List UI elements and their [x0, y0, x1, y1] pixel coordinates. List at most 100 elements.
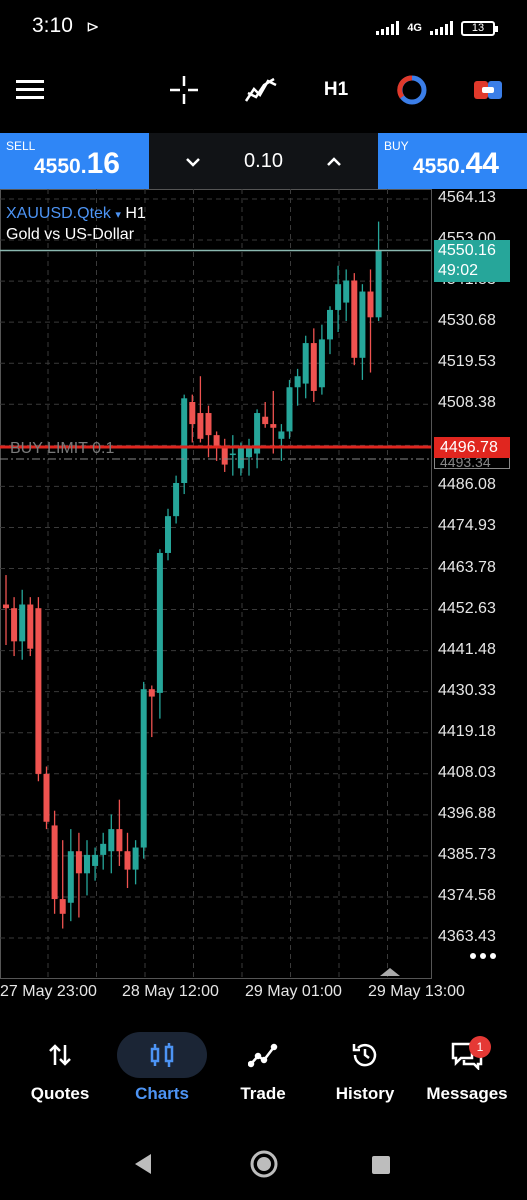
candle-body	[270, 424, 277, 428]
candle-body	[213, 435, 220, 447]
nav-messages[interactable]: Messages	[417, 1030, 517, 1110]
trade-icon	[248, 1030, 278, 1080]
charts-icon	[148, 1030, 176, 1080]
buy-price-small: 4550.	[413, 155, 466, 178]
candle-body	[286, 387, 293, 432]
symbol-timeframe: H1	[125, 205, 146, 222]
candle-body	[237, 446, 244, 469]
candle-body	[124, 851, 131, 870]
symbol-name: XAUUSD.Qtek	[6, 205, 111, 222]
signal-bars-icon-2	[430, 21, 453, 35]
symbol-selector[interactable]: XAUUSD.Qtek ▾ H1	[6, 205, 146, 223]
messages-badge: 1	[469, 1036, 491, 1058]
order-price-tag[interactable]: 4496.78	[434, 437, 510, 458]
nav-trade-label: Trade	[240, 1084, 286, 1103]
y-tick-label: 4374.58	[438, 886, 496, 904]
candle-body	[221, 446, 228, 465]
candle-body	[205, 413, 212, 436]
back-icon[interactable]	[131, 1152, 155, 1176]
one-click-trading-icon[interactable]	[395, 70, 429, 110]
recents-icon[interactable]	[371, 1155, 391, 1175]
nav-charts-label: Charts	[135, 1084, 189, 1103]
battery-icon: 13	[461, 20, 498, 36]
x-tick-label: 28 May 12:00	[122, 983, 219, 1000]
more-dots-icon[interactable]	[466, 948, 500, 964]
symbol-description: Gold vs US-Dollar	[6, 226, 135, 243]
nav-history-label: History	[335, 1084, 395, 1103]
y-tick-label: 4486.08	[438, 476, 496, 494]
candle-body	[278, 431, 285, 439]
y-tick-label: 4385.73	[438, 845, 496, 863]
candle-body	[165, 516, 171, 553]
buy-price-big: 44	[465, 147, 499, 180]
buy-price: 4550.44	[413, 147, 499, 181]
candle-body	[140, 689, 147, 848]
symbol-caret-icon: ▾	[115, 209, 121, 221]
y-tick-label: 4463.78	[438, 558, 496, 576]
y-tick-label: 4396.88	[438, 804, 496, 822]
bid-price-tag: 4550.16 49:02	[434, 240, 510, 282]
sell-button[interactable]: SELL 4550.16	[0, 133, 149, 189]
sell-price: 4550.16	[34, 147, 120, 181]
sell-label: SELL	[6, 139, 36, 153]
candle-body	[189, 401, 196, 425]
indicator-icon[interactable]	[241, 70, 281, 110]
candle-body	[35, 608, 42, 774]
network-type: 4G	[407, 22, 422, 34]
y-tick-label: 4363.43	[438, 928, 496, 945]
candle-body	[51, 825, 58, 900]
status-indicators: 4G 13	[376, 18, 498, 38]
nav-trade[interactable]: Trade	[213, 1030, 313, 1110]
candle-body	[100, 843, 107, 855]
chart-toggle-icon[interactable]	[471, 70, 505, 110]
candle-body	[359, 291, 366, 358]
plot-frame	[0, 189, 432, 979]
candle-body	[59, 899, 66, 914]
menu-icon[interactable]	[14, 70, 46, 110]
candle-body	[132, 847, 139, 870]
nav-history[interactable]: History	[315, 1030, 415, 1110]
y-tick-label: 4419.18	[438, 722, 496, 740]
candle-body	[3, 604, 9, 609]
x-tick-label: 29 May 13:00	[368, 983, 465, 1000]
candle-body	[229, 453, 236, 456]
signal-bars-icon	[376, 21, 400, 35]
status-time: 3:10	[32, 14, 73, 37]
candle-body	[318, 339, 325, 388]
candle-body	[84, 854, 90, 874]
order-line-label[interactable]: BUY LIMIT 0.1	[10, 440, 114, 458]
nav-quotes[interactable]: Quotes	[10, 1030, 110, 1110]
scroll-end-marker	[380, 968, 400, 976]
bid-tag-timer: 49:02	[438, 262, 479, 279]
nav-messages-label: Messages	[426, 1084, 508, 1103]
candle-body	[27, 604, 34, 649]
crosshair-icon[interactable]	[166, 70, 202, 110]
candle-body	[19, 604, 26, 642]
y-tick-label: 4408.03	[438, 763, 496, 781]
candle-body	[367, 291, 374, 318]
quotes-icon	[47, 1030, 73, 1080]
candle-body	[148, 689, 155, 697]
y-tick-label: 4530.68	[438, 312, 496, 330]
volume-increase-button[interactable]	[321, 150, 347, 174]
home-icon[interactable]	[250, 1150, 278, 1178]
buy-button[interactable]: BUY 4550.44	[378, 133, 527, 189]
sell-price-small: 4550.	[34, 155, 87, 178]
candle-body	[262, 416, 269, 425]
candle-body	[43, 773, 50, 822]
candle-body	[108, 829, 115, 852]
y-tick-label: 4474.93	[438, 517, 496, 535]
candle-body	[67, 851, 74, 903]
candle-body	[181, 398, 188, 484]
y-tick-label: 4452.63	[438, 599, 496, 617]
history-icon	[350, 1030, 380, 1080]
candle-body	[75, 851, 82, 874]
candle-body	[343, 280, 350, 303]
candle-body	[310, 343, 317, 391]
y-tick-label: 4430.33	[438, 681, 496, 699]
buy-label: BUY	[384, 139, 409, 153]
candle-body	[351, 280, 358, 358]
timeframe-button[interactable]: H1	[318, 70, 354, 110]
nav-charts[interactable]: Charts	[112, 1030, 212, 1110]
candle-body	[173, 483, 180, 517]
